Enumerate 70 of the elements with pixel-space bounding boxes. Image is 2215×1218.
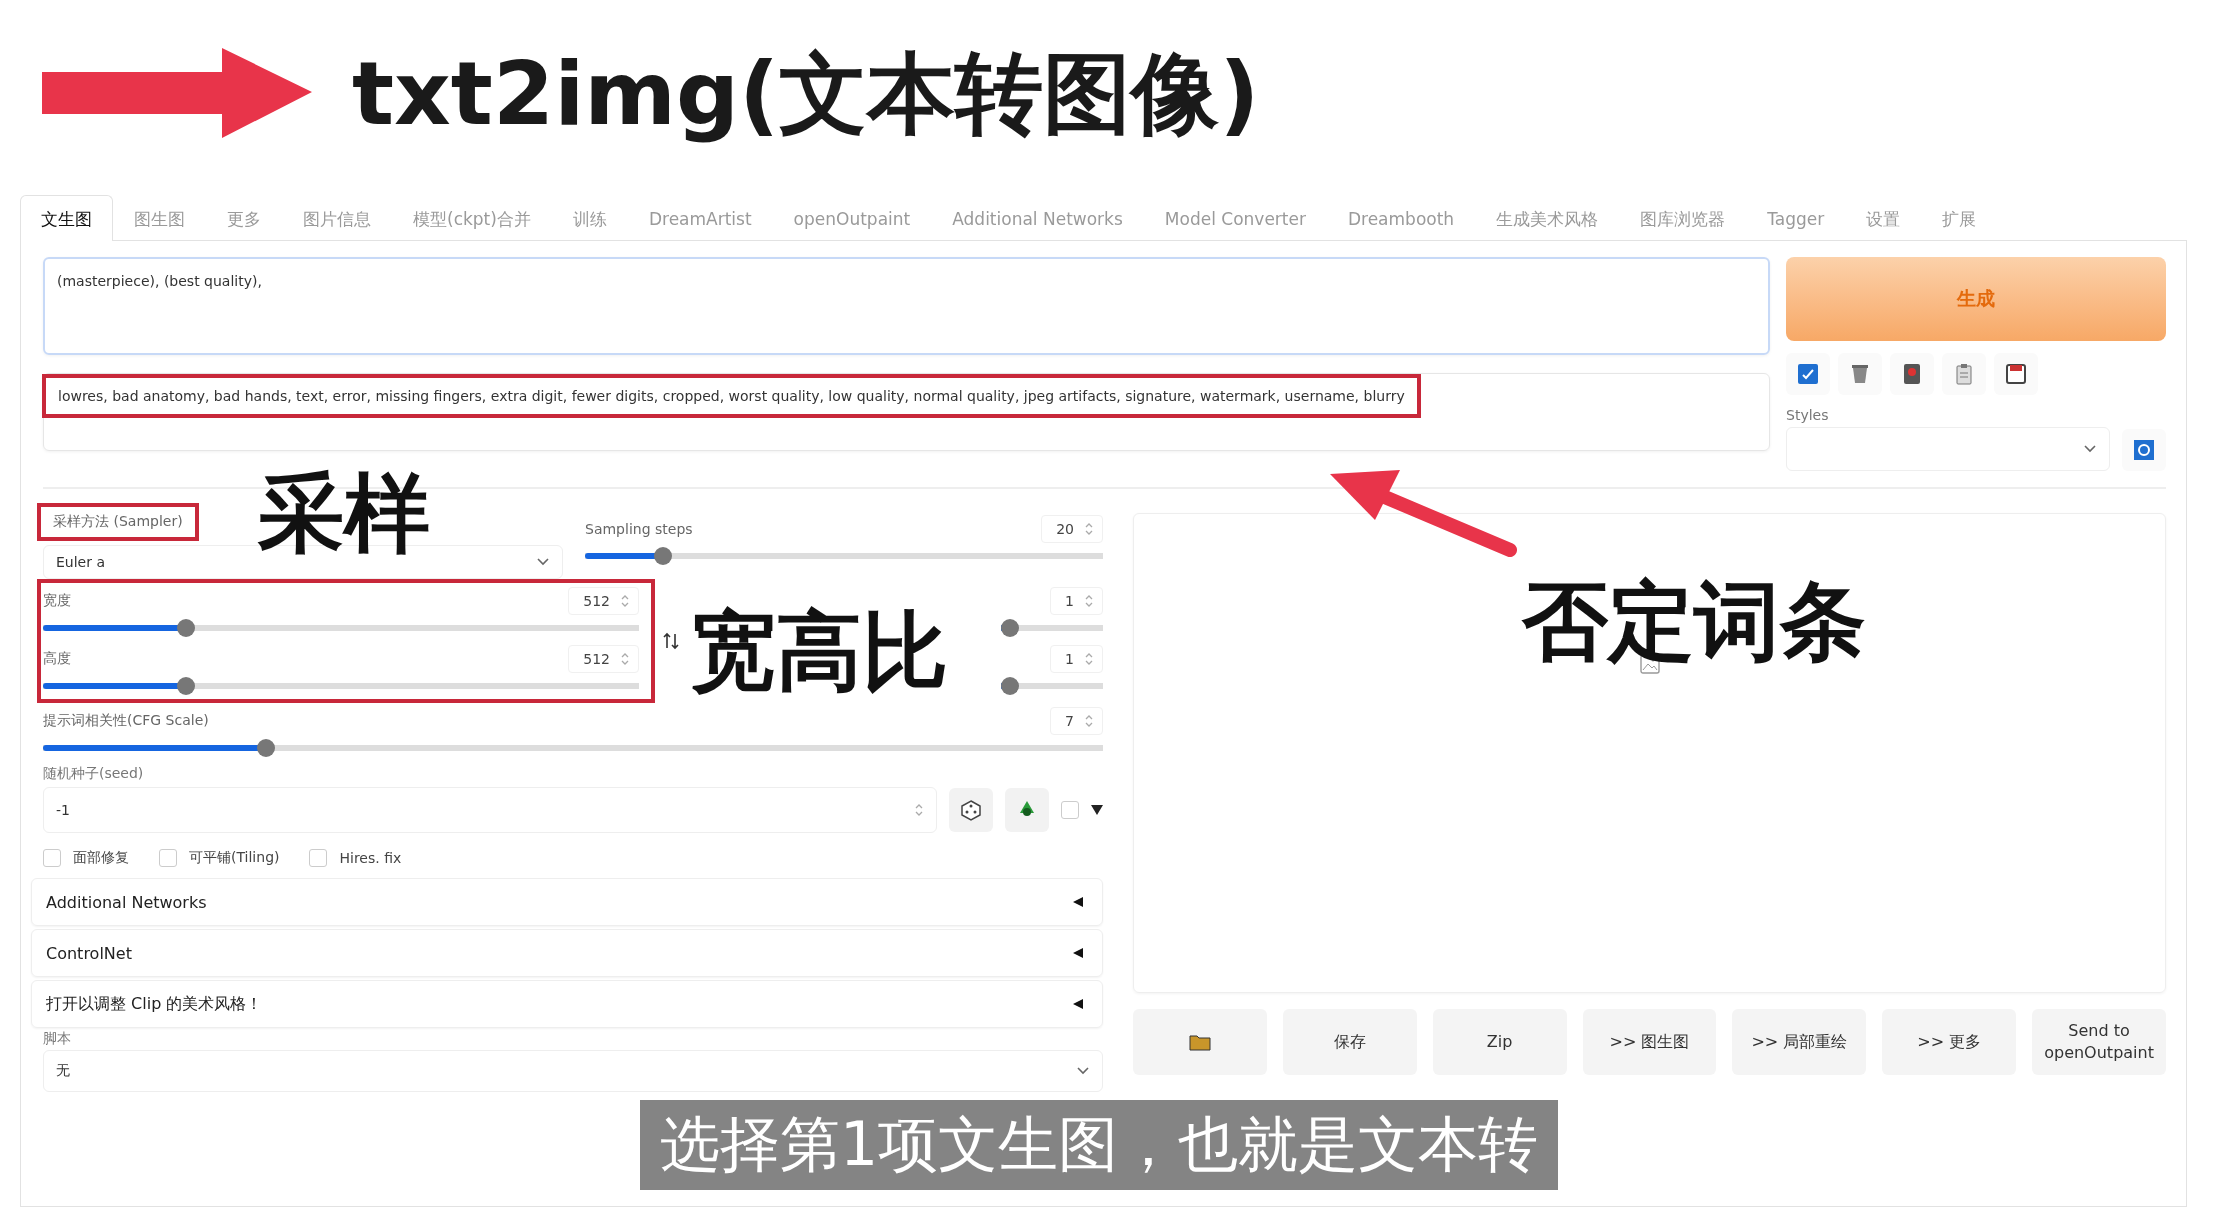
spinner-icon[interactable] — [620, 651, 630, 667]
checkbox[interactable] — [309, 849, 328, 867]
folder-icon[interactable] — [1133, 1009, 1267, 1075]
tab[interactable]: 文生图 — [20, 195, 113, 241]
number-field[interactable]: 1 — [1050, 587, 1103, 615]
caret-icon — [2083, 444, 2097, 454]
spinner-icon[interactable] — [1084, 713, 1094, 729]
caret-icon — [536, 557, 550, 567]
collapse-triangle-icon — [1072, 896, 1084, 908]
slider-thumb[interactable] — [177, 619, 196, 637]
number-field[interactable]: 20 — [1041, 515, 1103, 543]
sampler-label: 采样方法 (Sampler) — [37, 503, 199, 541]
caret-icon — [1076, 1066, 1090, 1076]
accordion-header[interactable]: Additional Networks — [31, 878, 1103, 926]
checkbox[interactable] — [159, 849, 177, 867]
prompt-field[interactable]: (masterpiece), (best quality), — [43, 257, 1770, 355]
send-button[interactable]: >> 局部重绘 — [1732, 1009, 1867, 1075]
seed-field[interactable]: -1 — [43, 787, 937, 833]
checkbox-icon[interactable] — [1786, 353, 1830, 395]
card-icon[interactable] — [1890, 353, 1934, 395]
spinner-icon[interactable] — [914, 802, 924, 818]
send-button[interactable]: >> 图生图 — [1582, 1009, 1717, 1075]
slider-thumb[interactable] — [177, 677, 196, 695]
annotation-text: 否定词条 — [1522, 578, 1866, 664]
negative-prompt-field[interactable]: lowres, bad anatomy, bad hands, text, error, missing fingers, extra digit, fewer digits, cropped, worst quality, low quality, normal quality, jpeg artifacts, signature, watermark, username, blurry — [43, 373, 1770, 451]
checkbox[interactable] — [1061, 801, 1079, 819]
number-field[interactable]: 7 — [1050, 707, 1103, 735]
styles-label: Styles — [1786, 407, 1830, 423]
send-button[interactable]: >> 更多 — [1882, 1009, 2017, 1075]
checkbox[interactable] — [43, 849, 61, 867]
script-dropdown[interactable]: 无 — [43, 1050, 1103, 1092]
checkbox-label: 可平铺(Tiling) — [189, 849, 280, 867]
slider-thumb[interactable] — [1001, 619, 1019, 637]
dice-icon[interactable] — [949, 788, 993, 832]
send-button[interactable]: Send to openOutpaint — [2032, 1009, 2166, 1075]
refresh-icon[interactable] — [2122, 429, 2166, 471]
video-subtitle: 选择第1项文生图，也就是文本转 — [640, 1100, 1559, 1190]
recycle-icon[interactable] — [1005, 788, 1049, 832]
swap-icon[interactable] — [663, 632, 679, 650]
accordion-header[interactable]: ControlNet — [31, 929, 1103, 977]
clipboard-icon[interactable] — [1942, 353, 1986, 395]
send-button[interactable]: Zip — [1432, 1009, 1567, 1075]
checkbox-label: 面部修复 — [73, 849, 129, 867]
video-title: txt2img(文本转图像) — [352, 40, 1260, 147]
slider-thumb[interactable] — [653, 547, 672, 565]
slider-label: 高度 — [43, 650, 71, 668]
save-icon[interactable] — [1994, 353, 2038, 395]
number-field[interactable]: 1 — [1050, 645, 1103, 673]
slider-label: 提示词相关性(CFG Scale) — [43, 712, 209, 730]
slider-label: Sampling steps — [585, 521, 693, 537]
send-button[interactable]: 保存 — [1282, 1009, 1417, 1075]
collapse-triangle-icon — [1072, 998, 1084, 1010]
number-field[interactable]: 512 — [568, 645, 639, 673]
negative-prompt-text: lowres, bad anatomy, bad hands, text, error, missing fingers, extra digit, fewer digits, cropped, worst quality, low quality, normal quality, jpeg artifacts, signature, watermark, username, blurry — [42, 374, 1421, 418]
spinner-icon[interactable] — [1084, 521, 1094, 537]
slider-thumb[interactable] — [256, 739, 275, 757]
slider-label: 宽度 — [43, 592, 71, 610]
annotation-text: 宽高比 — [690, 608, 948, 694]
spinner-icon[interactable] — [1084, 593, 1094, 609]
accordion-header[interactable]: 打开以调整 Clip 的美术风格！ — [31, 980, 1103, 1028]
spinner-icon[interactable] — [620, 593, 630, 609]
spinner-icon[interactable] — [1084, 651, 1094, 667]
collapse-triangle-icon — [1072, 947, 1084, 959]
dropdown-triangle-icon[interactable] — [1091, 805, 1103, 815]
slider-thumb[interactable] — [1001, 677, 1019, 695]
seed-label: 随机种子(seed) — [43, 765, 145, 783]
checkbox-label: Hires. fix — [339, 850, 402, 866]
script-label: 脚本 — [43, 1030, 72, 1048]
number-field[interactable]: 512 — [568, 587, 639, 615]
trash-icon[interactable] — [1838, 353, 1882, 395]
